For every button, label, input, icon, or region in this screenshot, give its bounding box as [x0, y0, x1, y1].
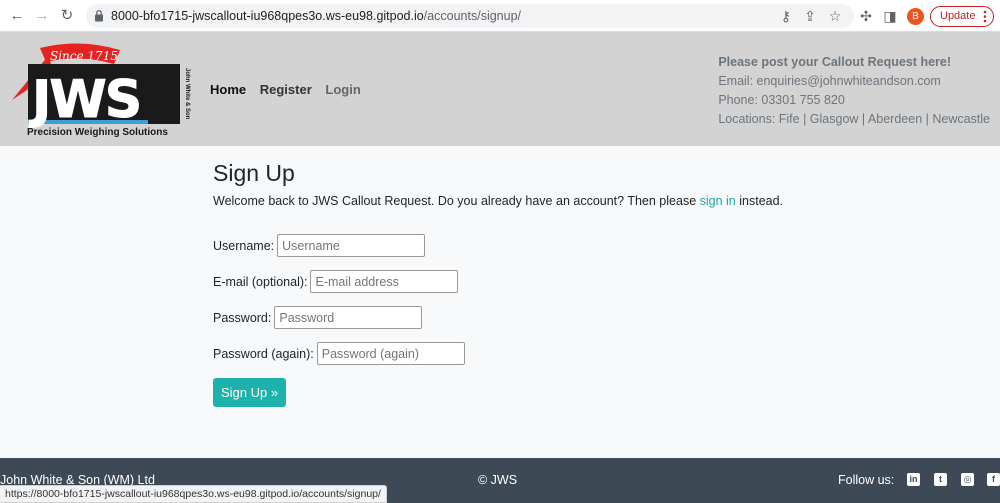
contact-phone: Phone: 03301 755 820	[718, 93, 845, 107]
contact-locations: Locations: Fife | Glasgow | Aberdeen | N…	[718, 112, 990, 126]
update-label: Update	[940, 10, 976, 22]
url-text: 8000-bfo1715-jwscallout-iu968qpes3o.ws-e…	[111, 9, 521, 23]
nav-login-link[interactable]: Login	[325, 82, 360, 97]
link-status-bar: https://8000-bfo1715-jwscallout-iu968qpe…	[0, 485, 387, 503]
url-host: 8000-bfo1715-jwscallout-iu968qpes3o.ws-e…	[111, 9, 424, 23]
main-nav: Home Register Login	[210, 82, 371, 97]
username-label: Username:	[213, 238, 275, 253]
password-label: Password:	[213, 310, 272, 325]
email-input[interactable]	[310, 270, 459, 293]
contact-info: Please post your Callout Request here! E…	[718, 53, 990, 129]
url-path: /accounts/signup/	[423, 9, 522, 23]
intro-text-before: Welcome back to JWS Callout Request. Do …	[213, 194, 700, 208]
username-row: Username:	[213, 234, 426, 257]
logo-tagline: Precision Weighing Solutions	[27, 127, 168, 138]
profile-avatar[interactable]: B	[907, 8, 924, 25]
nav-register-link[interactable]: Register	[260, 82, 312, 97]
reload-icon[interactable]: ↻	[59, 8, 75, 24]
nav-home-link[interactable]: Home	[210, 82, 246, 97]
footer-follow-label: Follow us:	[838, 473, 895, 487]
callout-cta: Please post your Callout Request here!	[718, 55, 952, 69]
footer-copyright: © JWS	[478, 473, 518, 487]
password-again-input[interactable]	[316, 342, 465, 365]
signup-section: Sign Up Welcome back to JWS Callout Requ…	[213, 160, 813, 407]
signup-intro: Welcome back to JWS Callout Request. Do …	[213, 194, 813, 208]
lock-icon[interactable]	[94, 9, 104, 22]
back-arrow-icon[interactable]: ←	[9, 8, 25, 24]
facebook-icon[interactable]: f	[987, 473, 1000, 486]
logo-side-text: John White & Son	[184, 68, 190, 120]
password-row: Password:	[213, 306, 423, 329]
password-again-label: Password (again):	[213, 346, 314, 361]
key-icon[interactable]: ⚷	[778, 8, 794, 24]
logo-letters: JWS	[29, 70, 140, 130]
menu-dots-icon	[983, 10, 987, 23]
browser-toolbar: ← → ↻ 8000-bfo1715-jwscallout-iu968qpes3…	[0, 0, 1000, 32]
intro-text-after: instead.	[735, 194, 784, 208]
username-input[interactable]	[277, 234, 426, 257]
linkedin-icon[interactable]: in	[907, 473, 920, 486]
page-title: Sign Up	[213, 160, 295, 186]
jws-logo[interactable]: Since 1715 JWS John White & Son Precisio…	[10, 42, 195, 138]
site-header: Since 1715 JWS John White & Son Precisio…	[0, 32, 1000, 146]
email-label: E-mail (optional):	[213, 274, 308, 289]
forward-arrow-icon[interactable]: →	[34, 8, 50, 24]
instagram-icon[interactable]: ◎	[961, 473, 974, 486]
password-again-row: Password (again):	[213, 342, 465, 365]
share-icon[interactable]: ⇪	[802, 8, 818, 24]
contact-email: Email: enquiries@johnwhiteandson.com	[718, 74, 941, 88]
sign-in-link[interactable]: sign in	[700, 194, 736, 208]
side-panel-icon[interactable]: ◨	[882, 8, 898, 24]
email-row: E-mail (optional):	[213, 270, 459, 293]
star-icon[interactable]: ☆	[827, 8, 843, 24]
update-button[interactable]: Update	[930, 6, 994, 27]
password-input[interactable]	[274, 306, 423, 329]
address-bar[interactable]: 8000-bfo1715-jwscallout-iu968qpes3o.ws-e…	[86, 4, 854, 28]
twitter-icon[interactable]: t	[934, 473, 947, 486]
extensions-icon[interactable]: ✣	[858, 8, 874, 24]
signup-button[interactable]: Sign Up »	[213, 378, 286, 407]
logo-since-text: Since 1715	[50, 49, 118, 63]
